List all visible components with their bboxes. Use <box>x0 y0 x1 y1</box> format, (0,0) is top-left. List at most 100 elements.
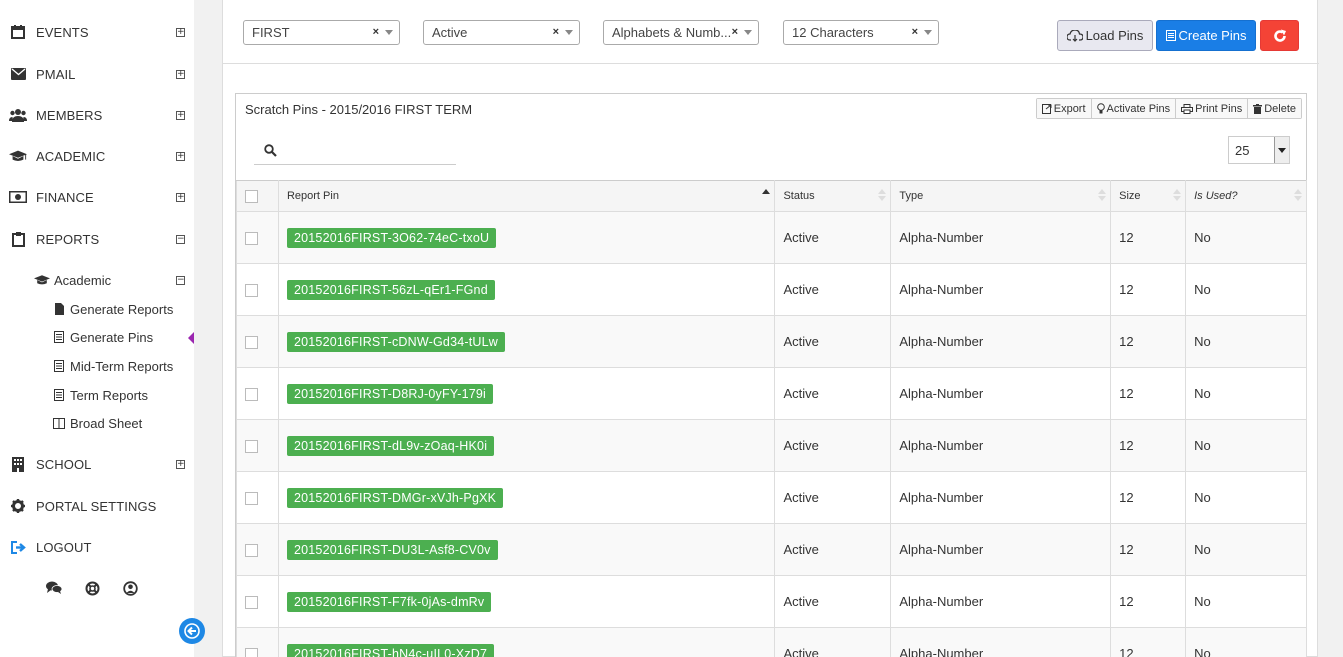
nav-reports[interactable]: REPORTS − <box>0 227 194 251</box>
select-all-header <box>236 180 279 212</box>
create-pins-button[interactable]: Create Pins <box>1156 20 1256 51</box>
table-row[interactable]: 20152016FIRST-F7fk-0jAs-dmRv Active Alpha-… <box>236 575 1307 628</box>
row-checkbox[interactable] <box>245 648 258 657</box>
row-checkbox[interactable] <box>245 284 258 298</box>
subnav-broad-sheet[interactable]: Broad Sheet <box>52 413 142 433</box>
pin-cell: 20152016FIRST-3O62-74eC-txoU <box>277 211 776 264</box>
expand-icon[interactable]: + <box>176 151 185 161</box>
row-select-cell <box>236 575 279 628</box>
file-text-icon <box>52 330 66 344</box>
status-cell: Active <box>774 211 892 264</box>
comments-icon[interactable] <box>46 580 62 596</box>
column-header-label: Is Used? <box>1194 190 1238 202</box>
table-row[interactable]: 20152016FIRST-D8RJ-0yFY-179i Active Alpha-… <box>236 367 1307 420</box>
status-cell: Active <box>774 523 892 576</box>
table-row[interactable]: 20152016FIRST-DU3L-Asf8-CV0v Active Alpha-… <box>236 523 1307 576</box>
expand-icon[interactable]: + <box>176 459 185 469</box>
sidebar: EVENTS + PMAIL + MEMBERS + ACADEMIC + FI… <box>0 0 205 657</box>
clear-icon[interactable]: × <box>912 21 918 44</box>
status-select-value: Active <box>432 25 468 40</box>
length-select[interactable]: 12 Characters × <box>783 20 939 45</box>
row-checkbox[interactable] <box>245 440 258 454</box>
subnav-mid-term-reports[interactable]: Mid-Term Reports <box>52 356 173 376</box>
main-content: FIRST × Active × Alphabets & Numb... × 1… <box>222 0 1319 657</box>
refresh-button[interactable] <box>1260 20 1299 51</box>
load-pins-button[interactable]: Load Pins <box>1057 20 1153 51</box>
nav-school[interactable]: SCHOOL + <box>0 452 194 476</box>
row-checkbox[interactable] <box>245 544 258 558</box>
status-cell: Active <box>774 627 892 657</box>
caret-down-icon[interactable] <box>1274 137 1289 163</box>
search-input[interactable] <box>286 142 451 162</box>
row-checkbox[interactable] <box>245 388 258 402</box>
column-header-pin[interactable]: Report Pin <box>277 180 776 212</box>
column-header-size[interactable]: Size <box>1110 180 1187 212</box>
clear-icon[interactable]: × <box>732 21 738 44</box>
subnav-generate-reports[interactable]: Generate Reports <box>52 299 173 319</box>
expand-icon[interactable]: + <box>176 69 185 79</box>
row-checkbox[interactable] <box>245 492 258 506</box>
row-checkbox[interactable] <box>245 232 258 246</box>
calendar-icon <box>9 24 27 40</box>
clear-icon[interactable]: × <box>373 21 379 44</box>
subnav-academic-label: Academic <box>54 272 112 288</box>
support-icon[interactable] <box>84 580 100 596</box>
pin-badge: 20152016FIRST-D8RJ-0yFY-179i <box>286 383 494 404</box>
delete-button[interactable]: Delete <box>1248 99 1301 118</box>
nav-members-label: MEMBERS <box>36 107 103 123</box>
length-select-value: 12 Characters <box>792 25 874 40</box>
column-header-used[interactable]: Is Used? <box>1185 180 1307 212</box>
list-icon <box>1165 30 1176 41</box>
collapse-sidebar-button[interactable] <box>179 618 205 644</box>
table-row[interactable]: 20152016FIRST-dL9v-zOaq-HK0i Active Alpha-… <box>236 419 1307 472</box>
charset-select[interactable]: Alphabets & Numb... × <box>603 20 759 45</box>
status-select[interactable]: Active × <box>423 20 580 45</box>
subnav-term-reports[interactable]: Term Reports <box>52 385 148 405</box>
nav-logout-label: LOGOUT <box>36 539 92 555</box>
used-cell: No <box>1185 367 1307 420</box>
column-header-status[interactable]: Status <box>774 180 892 212</box>
type-cell: Alpha-Number <box>890 523 1112 576</box>
expand-icon[interactable]: + <box>176 27 185 37</box>
pin-cell: 20152016FIRST-56zL-qEr1-FGnd <box>277 263 776 316</box>
table-row[interactable]: 20152016FIRST-DMGr-xVJh-PgXK Active Alpha-… <box>236 471 1307 524</box>
clear-icon[interactable]: × <box>553 21 559 44</box>
nav-members[interactable]: MEMBERS + <box>0 103 194 127</box>
table-row[interactable]: 20152016FIRST-56zL-qEr1-FGnd Active Alpha-… <box>236 263 1307 316</box>
nav-portal-settings[interactable]: PORTAL SETTINGS <box>0 494 194 518</box>
pin-badge: 20152016FIRST-dL9v-zOaq-HK0i <box>286 435 495 456</box>
file-text-icon <box>52 359 66 373</box>
row-checkbox[interactable] <box>245 596 258 610</box>
collapse-icon[interactable]: − <box>176 276 185 285</box>
type-cell: Alpha-Number <box>890 575 1112 628</box>
table-row[interactable]: 20152016FIRST-hN4c-uIL0-XzD7 Active Alpha-… <box>236 627 1307 657</box>
print-pins-button[interactable]: Print Pins <box>1176 99 1249 118</box>
nav-academic[interactable]: ACADEMIC + <box>0 144 194 168</box>
status-cell: Active <box>774 263 892 316</box>
expand-icon[interactable]: + <box>176 110 185 120</box>
expand-icon[interactable]: + <box>176 192 185 202</box>
sort-icon <box>1173 189 1182 203</box>
table-row[interactable]: 20152016FIRST-cDNW-Gd34-tULw Active Alpha-… <box>236 315 1307 368</box>
activate-pins-button[interactable]: Activate Pins <box>1091 99 1177 118</box>
subnav-academic[interactable]: Academic <box>34 270 194 290</box>
select-all-checkbox[interactable] <box>245 189 258 203</box>
export-button[interactable]: Export <box>1036 99 1092 118</box>
column-header-type[interactable]: Type <box>890 180 1112 212</box>
pin-badge: 20152016FIRST-DMGr-xVJh-PgXK <box>286 487 504 508</box>
user-circle-icon[interactable] <box>122 580 138 596</box>
page-size-select[interactable]: 25 <box>1228 136 1290 164</box>
table-row[interactable]: 20152016FIRST-3O62-74eC-txoU Active Alpha-… <box>236 211 1307 264</box>
pin-badge: 20152016FIRST-3O62-74eC-txoU <box>286 227 497 248</box>
subnav-generate-pins[interactable]: Generate Pins <box>52 327 153 347</box>
nav-pmail[interactable]: PMAIL + <box>0 62 194 86</box>
nav-logout[interactable]: LOGOUT <box>0 535 194 559</box>
nav-finance[interactable]: FINANCE + <box>0 185 194 209</box>
pin-cell: 20152016FIRST-cDNW-Gd34-tULw <box>277 315 776 368</box>
type-cell: Alpha-Number <box>890 315 1112 368</box>
term-select[interactable]: FIRST × <box>243 20 400 45</box>
nav-events[interactable]: EVENTS + <box>0 20 194 44</box>
collapse-icon[interactable]: − <box>176 234 185 244</box>
used-cell: No <box>1185 419 1307 472</box>
row-checkbox[interactable] <box>245 336 258 350</box>
